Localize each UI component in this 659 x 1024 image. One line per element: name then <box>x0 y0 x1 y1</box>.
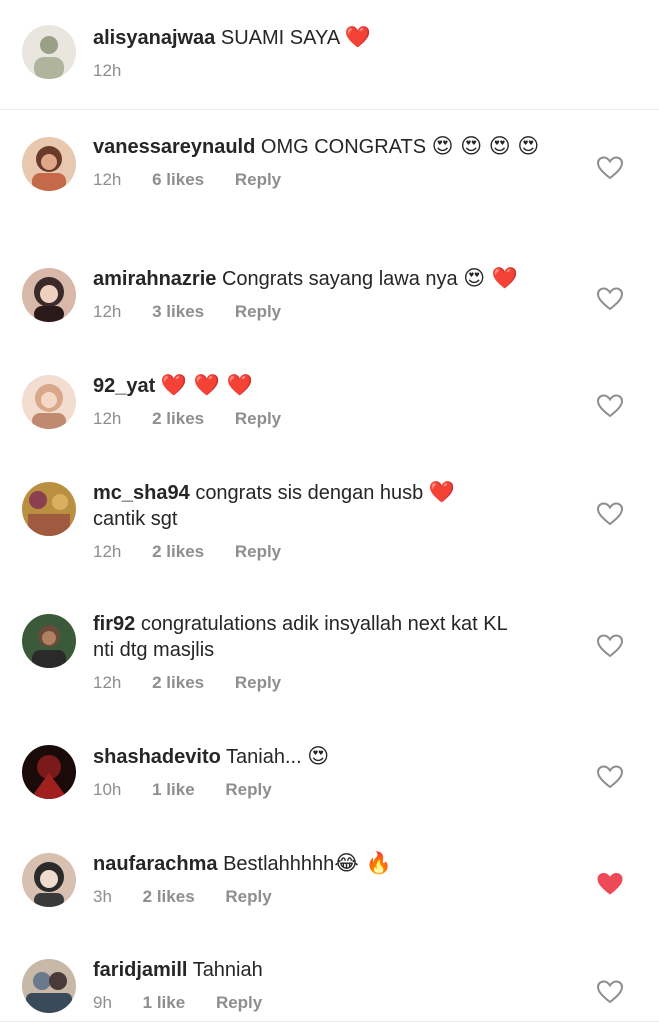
comment-likes[interactable]: 3 likes <box>152 302 204 322</box>
emoji-group: 😍 ❤️ <box>463 266 518 290</box>
comment-time: 10h <box>93 780 122 799</box>
comment-text: mc_sha94 congrats sis dengan husb ❤️ can… <box>93 479 563 532</box>
comment-meta: 12h <box>93 61 563 81</box>
avatar[interactable] <box>22 614 76 668</box>
like-heart-icon[interactable] <box>597 287 623 311</box>
comment-body: Bestlahhhhh <box>223 853 335 875</box>
reply-button[interactable]: Reply <box>235 302 281 322</box>
comment-body-line2: nti dtg masjlis <box>93 639 215 661</box>
comment-time: 9h <box>93 993 112 1012</box>
laugh-fire-emoji: 😂 🔥 <box>334 851 392 875</box>
comment-meta: 10h 1 like Reply <box>93 780 563 800</box>
heart-eyes-emoji: 😍 😍 😍 😍 <box>431 134 540 158</box>
comment-time: 12h <box>93 61 122 80</box>
comment-time: 12h <box>93 673 122 692</box>
comment-body: congrats sis dengan husb <box>195 482 424 504</box>
comment-likes[interactable]: 2 likes <box>152 673 204 693</box>
like-heart-icon[interactable] <box>597 980 623 1004</box>
comment-likes[interactable]: 6 likes <box>152 170 204 190</box>
avatar[interactable] <box>22 959 76 1013</box>
comment-likes[interactable]: 2 likes <box>152 542 204 562</box>
reply-button[interactable]: Reply <box>225 780 271 800</box>
heart-emoji: ❤️ ❤️ ❤️ <box>160 373 253 397</box>
avatar[interactable] <box>22 482 76 536</box>
comment-time: 12h <box>93 170 122 189</box>
comment-likes[interactable]: 2 likes <box>152 409 204 429</box>
reply-button[interactable]: Reply <box>216 993 262 1013</box>
comment-meta: 9h 1 like Reply <box>93 993 563 1013</box>
comment-likes[interactable]: 1 like <box>143 993 186 1013</box>
heart-emoji: ❤️ <box>428 480 455 504</box>
avatar[interactable] <box>22 268 76 322</box>
comment-body: congratulations adik insyallah next kat … <box>140 613 508 635</box>
comment-meta: 12h 2 likes Reply <box>93 542 563 562</box>
divider <box>0 1021 659 1022</box>
comment-username[interactable]: amirahnazrie <box>93 268 216 290</box>
comment-time: 12h <box>93 302 122 321</box>
comment-likes[interactable]: 1 like <box>152 780 195 800</box>
comment-body: Tahniah <box>192 959 263 981</box>
reply-button[interactable]: Reply <box>225 887 271 907</box>
comment-text: amirahnazrie Congrats sayang lawa nya 😍 … <box>93 265 563 292</box>
comment-text: naufarachma Bestlahhhhh😂 🔥 <box>93 850 563 877</box>
comment-username[interactable]: shashadevito <box>93 746 221 768</box>
like-heart-icon[interactable] <box>597 156 623 180</box>
reply-button[interactable]: Reply <box>235 409 281 429</box>
comment-likes[interactable]: 2 likes <box>143 887 195 907</box>
reply-button[interactable]: Reply <box>235 542 281 562</box>
comment-time: 12h <box>93 409 122 428</box>
comment-username[interactable]: alisyanajwaa <box>93 27 215 49</box>
avatar[interactable] <box>22 745 76 799</box>
heart-eyes-emoji: 😍 <box>307 744 330 768</box>
avatar[interactable] <box>22 25 76 79</box>
comment-username[interactable]: vanessareynauld <box>93 136 255 158</box>
like-heart-icon[interactable] <box>597 765 623 789</box>
comment-username[interactable]: fir92 <box>93 613 135 635</box>
avatar[interactable] <box>22 853 76 907</box>
reply-button[interactable]: Reply <box>235 170 281 190</box>
comment-text: faridjamill Tahniah <box>93 957 563 983</box>
comment-body: Congrats sayang lawa nya <box>221 268 458 290</box>
comment-username[interactable]: mc_sha94 <box>93 482 190 504</box>
comment-body: OMG CONGRATS <box>260 136 427 158</box>
comment-text: vanessareynauld OMG CONGRATS 😍 😍 😍 😍 <box>93 133 563 160</box>
avatar[interactable] <box>22 375 76 429</box>
comment-body-line2: cantik sgt <box>93 508 178 530</box>
like-heart-icon[interactable] <box>597 502 623 526</box>
comment-text: alisyanajwaa SUAMI SAYA ❤️ <box>93 24 563 51</box>
comment-meta: 12h 6 likes Reply <box>93 170 563 190</box>
liked-heart-icon[interactable] <box>597 872 623 896</box>
comment-username[interactable]: 92_yat <box>93 375 155 397</box>
reply-button[interactable]: Reply <box>235 673 281 693</box>
like-heart-icon[interactable] <box>597 394 623 418</box>
avatar[interactable] <box>22 137 76 191</box>
comment-body: SUAMI SAYA <box>220 27 340 49</box>
comment-meta: 12h 2 likes Reply <box>93 409 563 429</box>
comment-text: 92_yat ❤️ ❤️ ❤️ <box>93 372 563 399</box>
divider <box>0 109 659 110</box>
comment-text: fir92 congratulations adik insyallah nex… <box>93 611 563 663</box>
comment-body: Taniah... <box>226 746 302 768</box>
comment-text: shashadevito Taniah... 😍 <box>93 743 563 770</box>
comment-username[interactable]: naufarachma <box>93 853 218 875</box>
like-heart-icon[interactable] <box>597 634 623 658</box>
comment-meta: 12h 2 likes Reply <box>93 673 563 693</box>
comment-meta: 12h 3 likes Reply <box>93 302 563 322</box>
comment-time: 3h <box>93 887 112 906</box>
comment-username[interactable]: faridjamill <box>93 959 187 981</box>
heart-emoji: ❤️ <box>344 25 371 49</box>
comment-meta: 3h 2 likes Reply <box>93 887 563 907</box>
comment-time: 12h <box>93 542 122 561</box>
